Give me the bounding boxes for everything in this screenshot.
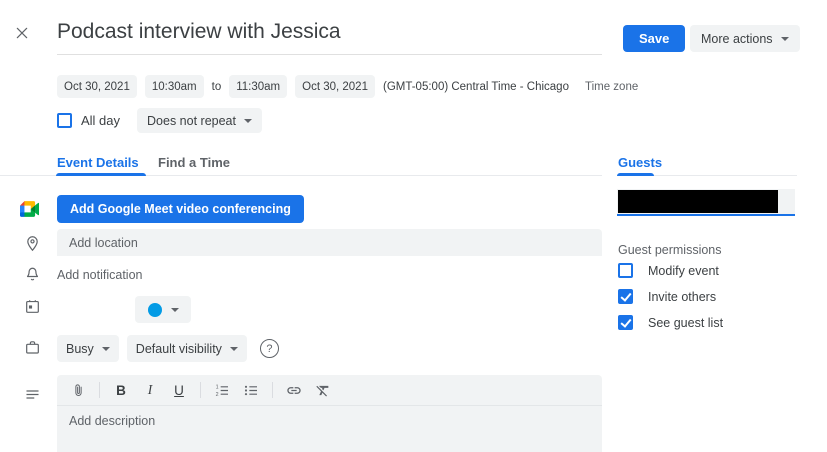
start-date-button[interactable]: Oct 30, 2021	[57, 75, 137, 98]
calendar-icon	[22, 296, 42, 316]
permission-label: Invite others	[648, 290, 716, 304]
guests-tab-active-indicator	[617, 173, 654, 176]
recurrence-dropdown[interactable]: Does not repeat	[137, 108, 262, 133]
chevron-down-icon	[230, 347, 238, 351]
tab-find-a-time[interactable]: Find a Time	[158, 155, 230, 170]
help-icon[interactable]: ?	[260, 339, 279, 358]
numbered-list-icon[interactable]: 1 2	[214, 381, 230, 399]
end-date-button[interactable]: Oct 30, 2021	[295, 75, 375, 98]
italic-button[interactable]: I	[142, 381, 158, 399]
event-editor: Save More actions Oct 30, 2021 10:30am t…	[0, 0, 827, 452]
toolbar-divider	[99, 382, 100, 398]
bold-button[interactable]: B	[113, 381, 129, 399]
chevron-down-icon	[781, 37, 789, 41]
briefcase-icon	[22, 337, 42, 357]
add-google-meet-button[interactable]: Add Google Meet video conferencing	[57, 195, 304, 223]
chevron-down-icon	[102, 347, 110, 351]
svg-text:2: 2	[216, 392, 219, 398]
location-field	[57, 229, 602, 256]
start-time-button[interactable]: 10:30am	[145, 75, 204, 98]
chevron-down-icon	[171, 308, 179, 312]
tab-active-indicator	[56, 173, 146, 176]
tab-event-details[interactable]: Event Details	[57, 155, 139, 170]
add-notification-button[interactable]: Add notification	[57, 268, 142, 282]
permission-row-modify-event: Modify event	[618, 263, 719, 278]
event-color-dropdown[interactable]	[135, 296, 191, 323]
datetime-row: Oct 30, 2021 10:30am to 11:30am Oct 30, …	[57, 75, 638, 98]
description-toolbar: B I U 1 2	[57, 375, 602, 406]
bell-icon	[22, 264, 42, 284]
tab-guests[interactable]: Guests	[618, 155, 662, 170]
allday-row: All day Does not repeat	[57, 108, 262, 133]
location-pin-icon	[22, 233, 42, 253]
more-actions-button[interactable]: More actions	[690, 25, 800, 52]
permission-row-invite-others: Invite others	[618, 289, 716, 304]
timezone-value[interactable]: (GMT-05:00) Central Time - Chicago	[383, 81, 569, 93]
modify-event-checkbox[interactable]	[618, 263, 633, 278]
chevron-down-icon	[244, 119, 252, 123]
permission-label: See guest list	[648, 316, 723, 330]
invite-others-checkbox[interactable]	[618, 289, 633, 304]
permission-row-see-guest-list: See guest list	[618, 315, 723, 330]
toolbar-divider	[272, 382, 273, 398]
description-editor[interactable]: B I U 1 2	[57, 375, 602, 452]
clear-formatting-icon[interactable]	[315, 381, 331, 399]
save-button[interactable]: Save	[623, 25, 685, 52]
location-input[interactable]	[57, 229, 602, 256]
bulleted-list-icon[interactable]	[243, 381, 259, 399]
permission-label: Modify event	[648, 264, 719, 278]
see-guest-list-checkbox[interactable]	[618, 315, 633, 330]
redaction-overlay	[618, 190, 778, 213]
google-meet-icon	[19, 199, 39, 219]
title-underline	[57, 54, 602, 55]
event-title-input[interactable]	[57, 20, 557, 44]
guest-permissions-title: Guest permissions	[618, 243, 722, 257]
to-label: to	[212, 81, 222, 93]
attachment-icon[interactable]	[70, 381, 86, 399]
all-day-label: All day	[81, 113, 120, 128]
availability-row: Busy Default visibility ?	[57, 335, 279, 362]
guests-input[interactable]	[617, 189, 795, 216]
toolbar-divider	[200, 382, 201, 398]
description-placeholder: Add description	[69, 414, 155, 428]
svg-text:1: 1	[216, 384, 219, 390]
visibility-dropdown[interactable]: Default visibility	[127, 335, 247, 362]
close-icon	[14, 25, 30, 46]
timezone-label: Time zone	[585, 81, 638, 93]
end-time-button[interactable]: 11:30am	[229, 75, 287, 98]
link-icon[interactable]	[286, 381, 302, 399]
description-icon	[22, 384, 42, 404]
event-color-dot	[148, 303, 162, 317]
close-button[interactable]	[10, 23, 34, 47]
busy-dropdown[interactable]: Busy	[57, 335, 119, 362]
underline-button[interactable]: U	[171, 381, 187, 399]
all-day-checkbox[interactable]	[57, 113, 72, 128]
